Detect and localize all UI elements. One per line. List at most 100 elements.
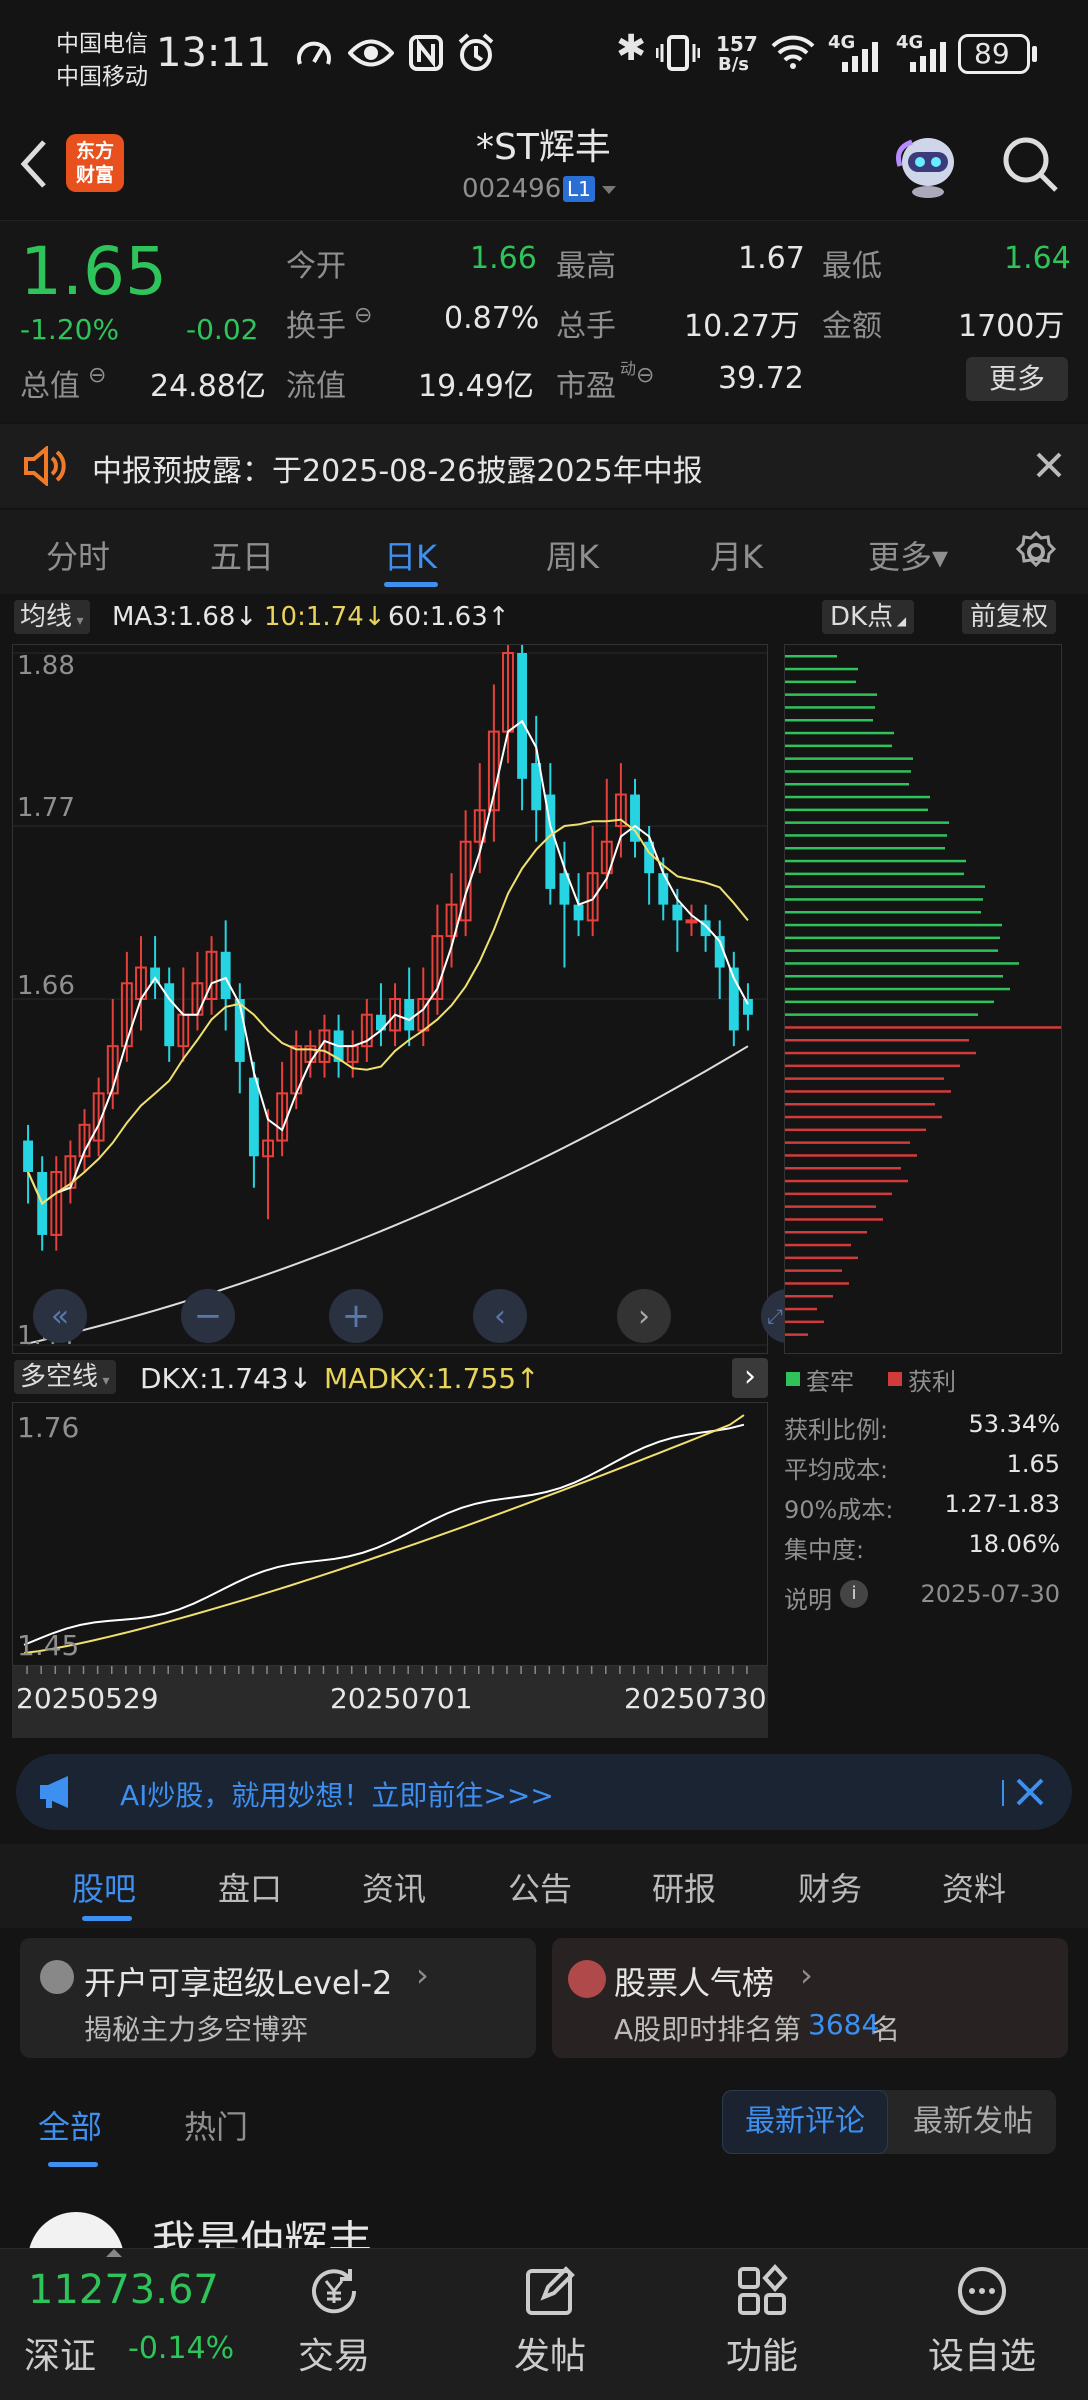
- robot-assistant-icon[interactable]: [892, 128, 964, 200]
- expand-icon: ⤢: [767, 1304, 783, 1328]
- trapped-label: 套牢: [806, 1368, 854, 1396]
- candle: [672, 904, 683, 921]
- nav-post[interactable]: 发帖: [500, 2263, 600, 2393]
- chip-bar: [785, 706, 875, 709]
- avg-cost-label: 平均成本:: [784, 1456, 889, 1484]
- pe-info-icon[interactable]: ⊖: [636, 363, 654, 388]
- nav-add-watchlist[interactable]: 设自选: [912, 2263, 1052, 2393]
- notice-bar[interactable]: 中报预披露：于2025-08-26披露2025年中报: [0, 424, 1088, 508]
- tab-announcements[interactable]: 公告: [508, 1864, 572, 1910]
- scroll-left-button[interactable]: ‹: [473, 1289, 527, 1343]
- chip-bar: [785, 859, 966, 863]
- chevron-down-icon[interactable]: [600, 184, 618, 196]
- scroll-right-button[interactable]: ›: [617, 1289, 671, 1343]
- tab-weekly-k[interactable]: 周K: [546, 532, 599, 578]
- index-name[interactable]: 深证: [24, 2327, 96, 2379]
- chip-distribution[interactable]: [784, 644, 1062, 1354]
- index-caret: [106, 2249, 122, 2257]
- search-icon[interactable]: [1000, 134, 1062, 196]
- promo-level2-card[interactable]: 开户可享超级Level-2 › 揭秘主力多空博弈: [20, 1938, 536, 2058]
- info-circle-icon[interactable]: i: [840, 1580, 868, 1608]
- post-preview[interactable]: 我是仲辉丰: [0, 2176, 1088, 2248]
- tab-news[interactable]: 资讯: [362, 1864, 426, 1910]
- filter-all[interactable]: 全部: [38, 2102, 102, 2148]
- bottom-nav: 11273.67 深证 -0.14% 交易 发帖 功能 设自选: [0, 2248, 1088, 2400]
- tab-forum[interactable]: 股吧: [72, 1864, 136, 1910]
- date-ticks: [26, 1666, 748, 1674]
- back-button[interactable]: [14, 134, 54, 194]
- indicator-select[interactable]: 均线 ▾: [14, 600, 90, 634]
- close-icon[interactable]: [1034, 450, 1064, 480]
- chip-bar: [785, 1000, 994, 1004]
- nfc-icon: [408, 34, 444, 72]
- chip-svg: [785, 655, 1061, 1336]
- sort-latest-comment[interactable]: 最新评论: [722, 2090, 888, 2154]
- dkx-chart[interactable]: 1.76 1.45: [12, 1402, 768, 1666]
- chip-bar: [785, 1051, 976, 1055]
- nav-trade[interactable]: 交易: [284, 2263, 384, 2393]
- tab-profile[interactable]: 资料: [942, 1864, 1006, 1910]
- volume-value: 10.27万: [684, 309, 800, 344]
- promo-popularity-card[interactable]: 股票人气榜 › A股即时排名第 3684 名: [552, 1938, 1068, 2058]
- indicator-select-label: 均线: [20, 602, 73, 632]
- app-screen: 中国电信 中国移动 13:11 ✱ 157 B/s 4G 4G 89 东方 财富…: [0, 0, 1088, 2400]
- filter-hot[interactable]: 热门: [184, 2102, 248, 2148]
- sort-latest-post[interactable]: 最新发帖: [890, 2090, 1056, 2154]
- zoom-out-button[interactable]: −: [181, 1289, 235, 1343]
- gear-icon[interactable]: [1014, 530, 1058, 574]
- sort-toggle: 最新评论 最新发帖: [722, 2090, 1056, 2154]
- tab-daily-k[interactable]: 日K: [384, 532, 437, 578]
- sub-indicator-select[interactable]: 多空线 ▾: [14, 1360, 116, 1394]
- low-label: 最低: [822, 249, 882, 284]
- ad-banner[interactable]: AI炒股，就用妙想！立即前往>>>: [16, 1754, 1072, 1830]
- tab-five-day[interactable]: 五日: [210, 532, 274, 578]
- quote-panel: 1.65 -1.20% -0.02 总值 ⊖ 24.88亿 今开 1.66 最高…: [0, 220, 1088, 422]
- chevron-right-icon: ›: [638, 1298, 650, 1334]
- zoom-in-button[interactable]: +: [329, 1289, 383, 1343]
- total-value: 24.88亿: [150, 369, 266, 404]
- nav-functions-label: 功能: [725, 2336, 798, 2377]
- candle: [220, 951, 231, 999]
- tab-order-book[interactable]: 盘口: [218, 1864, 282, 1910]
- turnover-info-icon[interactable]: ⊖: [354, 303, 372, 328]
- dk-point-button[interactable]: DK点 ◢: [822, 600, 915, 634]
- chip-bar: [785, 1141, 910, 1144]
- index-value[interactable]: 11273.67: [28, 2267, 219, 2313]
- tab-monthly-k[interactable]: 月K: [710, 532, 763, 578]
- explain-label[interactable]: 说明: [784, 1580, 832, 1615]
- level-badge[interactable]: L1: [563, 176, 595, 202]
- alarm-icon: [456, 32, 496, 74]
- ad-close-icon[interactable]: [1014, 1776, 1046, 1808]
- chip-bar: [785, 731, 894, 735]
- chip-bar: [785, 1026, 1061, 1029]
- candle: [404, 999, 415, 1031]
- info-icon[interactable]: ⊖: [88, 363, 106, 388]
- tab-intraday[interactable]: 分时: [46, 532, 110, 578]
- chip-bar: [785, 1064, 960, 1068]
- kline-chart[interactable]: 1.88 1.77 1.66 1.44 « − + ‹ › ⤢: [12, 644, 789, 1354]
- tab-finance[interactable]: 财务: [798, 1864, 862, 1910]
- grid-icon: [738, 2264, 788, 2315]
- dkx-svg: [23, 1414, 745, 1654]
- cost90-value: 1.27-1.83: [944, 1490, 1060, 1518]
- chip-bar: [785, 744, 892, 748]
- chip-bar: [785, 1320, 824, 1324]
- adjust-button[interactable]: 前复权: [962, 600, 1057, 634]
- ma3-value: MA3:1.68↓: [112, 602, 258, 632]
- expand-arrow-button[interactable]: ›: [732, 1358, 768, 1398]
- tab-research[interactable]: 研报: [652, 1864, 716, 1910]
- post-author: 我是仲辉丰: [152, 2217, 372, 2248]
- tab-more[interactable]: 更多▾: [868, 532, 948, 578]
- bluetooth-icon: ✱: [616, 28, 647, 69]
- chip-date: 2025-07-30: [920, 1580, 1060, 1608]
- kline-header: 均线 ▾ MA3:1.68↓ 10:1.74↓ 60:1.63↑ DK点 ◢ 前…: [0, 596, 1088, 640]
- promo-right-sub-post: 名: [872, 2013, 901, 2046]
- sub-indicator-select-label: 多空线: [20, 1362, 99, 1392]
- scroll-far-left-button[interactable]: «: [33, 1289, 87, 1343]
- more-button[interactable]: 更多: [966, 357, 1068, 401]
- dropdown-arrow-icon: ▾: [98, 1373, 110, 1389]
- float-label: 流值: [286, 369, 346, 404]
- ranking-icon: [568, 1960, 606, 1998]
- chip-bar: [785, 680, 856, 684]
- nav-functions[interactable]: 功能: [712, 2263, 812, 2393]
